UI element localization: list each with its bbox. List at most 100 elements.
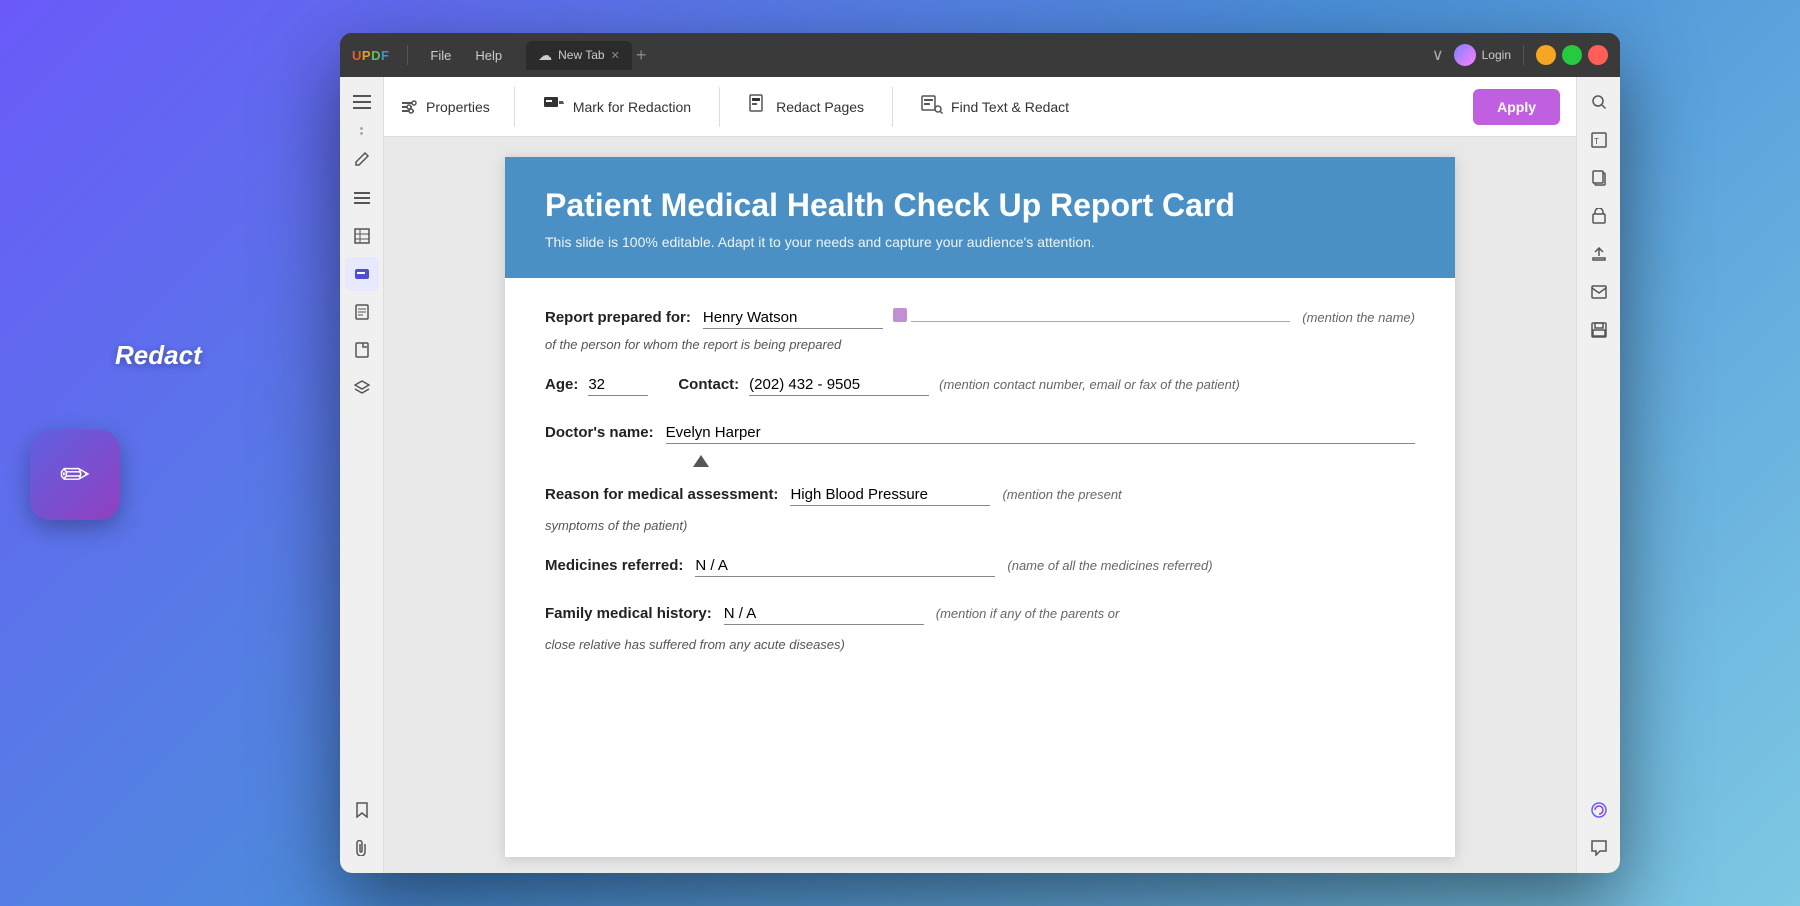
report-for-hint: (mention the name) xyxy=(1302,310,1415,325)
properties-btn[interactable]: Properties xyxy=(400,99,506,115)
tab-close-btn[interactable]: ✕ xyxy=(611,49,620,62)
family-history-row: Family medical history: N / A (mention i… xyxy=(545,605,1415,625)
contact-group: Contact: (202) 432 - 9505 (mention conta… xyxy=(678,376,1415,396)
toolbar-divider1 xyxy=(514,87,515,127)
tab-new[interactable]: ☁ New Tab ✕ xyxy=(526,41,632,70)
report-for-row: Report prepared for: Henry Watson (menti… xyxy=(545,308,1415,329)
redact-label: Redact xyxy=(115,340,202,371)
medicines-value: N / A xyxy=(695,557,995,577)
doctor-value: Evelyn Harper xyxy=(666,424,1415,444)
family-history-hint2: close relative has suffered from any acu… xyxy=(545,637,1415,652)
right-sidebar-lock[interactable] xyxy=(1582,199,1616,233)
scroll-indicator xyxy=(360,127,363,135)
login-avatar xyxy=(1454,44,1476,66)
menu-file[interactable]: File xyxy=(422,46,459,65)
family-history-value: N / A xyxy=(724,605,924,625)
document-title: Patient Medical Health Check Up Report C… xyxy=(545,187,1415,224)
reason-row: Reason for medical assessment: High Bloo… xyxy=(545,486,1415,506)
app-icon: ✏ xyxy=(30,430,120,520)
toolbar: Properties Mark for Redaction Redact Pag… xyxy=(384,77,1576,137)
medicines-row: Medicines referred: N / A (name of all t… xyxy=(545,557,1415,577)
contact-value: (202) 432 - 9505 xyxy=(749,376,929,396)
family-history-hint: (mention if any of the parents or xyxy=(936,606,1120,621)
doctor-label: Doctor's name: xyxy=(545,424,654,441)
medicines-hint: (name of all the medicines referred) xyxy=(1007,558,1212,573)
redact-pages-label: Redact Pages xyxy=(776,99,864,115)
window-close-btn[interactable] xyxy=(1588,45,1608,65)
reason-value: High Blood Pressure xyxy=(790,486,990,506)
document-page: Patient Medical Health Check Up Report C… xyxy=(505,157,1455,857)
sidebar-icon-edit[interactable] xyxy=(345,143,379,177)
reason-label: Reason for medical assessment: xyxy=(545,486,778,503)
mark-for-redaction-btn[interactable]: Mark for Redaction xyxy=(523,86,711,128)
app-icon-glyph: ✏ xyxy=(60,454,90,496)
redact-pages-btn[interactable]: Redact Pages xyxy=(728,86,884,128)
report-for-value: Henry Watson xyxy=(703,309,883,329)
tab-label: New Tab xyxy=(558,48,604,62)
window-maximize-btn[interactable] xyxy=(1562,45,1582,65)
center-area: Properties Mark for Redaction Redact Pag… xyxy=(384,77,1576,873)
sidebar-icon-doc2[interactable] xyxy=(345,333,379,367)
svg-text:T: T xyxy=(1594,137,1599,146)
age-value: 32 xyxy=(588,376,648,396)
mark-redaction-icon xyxy=(543,94,565,120)
titlebar-controls: ∨ Login xyxy=(1428,44,1608,66)
contact-hint: (mention contact number, email or fax of… xyxy=(939,377,1240,392)
tab-cloud-icon: ☁ xyxy=(538,47,552,64)
sidebar-icon-layers[interactable] xyxy=(345,371,379,405)
login-button[interactable]: Login xyxy=(1454,44,1511,66)
app-brand: UPDF xyxy=(352,48,389,63)
right-sidebar-search[interactable] xyxy=(1582,85,1616,119)
family-history-label: Family medical history: xyxy=(545,605,712,622)
left-sidebar xyxy=(340,77,384,873)
sidebar-icon-redact[interactable] xyxy=(345,257,379,291)
report-of-hint: of the person for whom the report is bei… xyxy=(545,337,1415,352)
toolbar-divider3 xyxy=(892,87,893,127)
document-subtitle: This slide is 100% editable. Adapt it to… xyxy=(545,234,1415,250)
symptoms-hint: symptoms of the patient) xyxy=(545,518,1415,533)
menu-help[interactable]: Help xyxy=(467,46,510,65)
right-sidebar-chat[interactable] xyxy=(1582,831,1616,865)
mark-for-redaction-label: Mark for Redaction xyxy=(573,99,691,115)
document-body: Report prepared for: Henry Watson (menti… xyxy=(505,278,1455,682)
right-sidebar-share[interactable] xyxy=(1582,237,1616,271)
document-area: Patient Medical Health Check Up Report C… xyxy=(384,137,1576,873)
sidebar-icon-page[interactable] xyxy=(345,295,379,329)
right-sidebar-ai[interactable] xyxy=(1582,793,1616,827)
document-header: Patient Medical Health Check Up Report C… xyxy=(505,157,1455,278)
main-content: Properties Mark for Redaction Redact Pag… xyxy=(340,77,1620,873)
apply-button[interactable]: Apply xyxy=(1473,89,1560,125)
find-text-redact-label: Find Text & Redact xyxy=(951,99,1069,115)
sidebar-icon-menu[interactable] xyxy=(345,85,379,119)
triangle-icon xyxy=(693,455,709,467)
find-text-redact-btn[interactable]: Find Text & Redact xyxy=(901,86,1089,128)
titlebar: UPDF File Help ☁ New Tab ✕ + ∨ Login xyxy=(340,33,1620,77)
chevron-down-btn[interactable]: ∨ xyxy=(1428,45,1448,65)
report-for-label: Report prepared for: xyxy=(545,309,691,326)
sidebar-icon-bookmark[interactable] xyxy=(345,793,379,827)
right-sidebar-save[interactable] xyxy=(1582,313,1616,347)
window-minimize-btn[interactable] xyxy=(1536,45,1556,65)
titlebar-divider1 xyxy=(407,45,408,65)
redact-pages-icon xyxy=(748,94,768,120)
right-sidebar-mail[interactable] xyxy=(1582,275,1616,309)
sidebar-icon-list[interactable] xyxy=(345,181,379,215)
contact-label: Contact: xyxy=(678,376,739,393)
right-sidebar-ocr[interactable]: T xyxy=(1582,123,1616,157)
tab-area: ☁ New Tab ✕ + xyxy=(526,41,1420,70)
new-tab-btn[interactable]: + xyxy=(636,45,647,66)
sidebar-icon-paperclip[interactable] xyxy=(345,831,379,865)
scroll-up-indicator xyxy=(685,452,1415,470)
right-sidebar-copy[interactable] xyxy=(1582,161,1616,195)
find-text-icon xyxy=(921,94,943,120)
age-label: Age: xyxy=(545,376,578,393)
doctor-row: Doctor's name: Evelyn Harper xyxy=(545,424,1415,444)
app-window: UPDF File Help ☁ New Tab ✕ + ∨ Login xyxy=(340,33,1620,873)
redact-marker xyxy=(893,308,907,322)
age-contact-row: Age: 32 Contact: (202) 432 - 9505 (menti… xyxy=(545,376,1415,396)
toolbar-divider2 xyxy=(719,87,720,127)
login-label: Login xyxy=(1482,48,1511,62)
sidebar-icon-table[interactable] xyxy=(345,219,379,253)
right-sidebar: T xyxy=(1576,77,1620,873)
age-group: Age: 32 xyxy=(545,376,648,396)
